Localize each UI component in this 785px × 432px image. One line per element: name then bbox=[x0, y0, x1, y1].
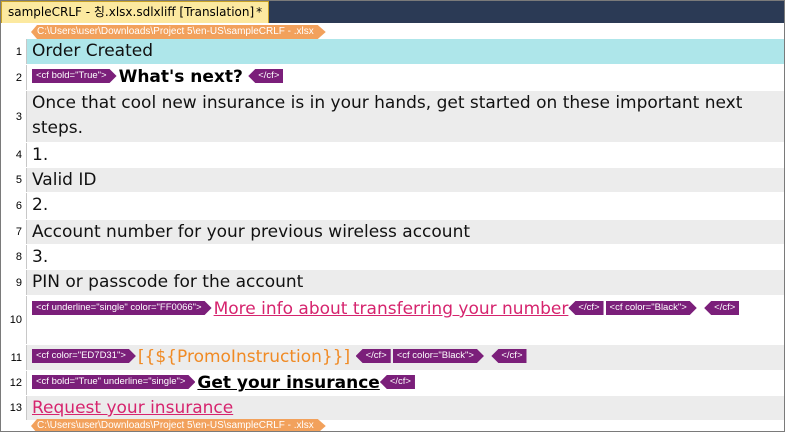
segment-text[interactable]: PIN or passcode for the account bbox=[27, 270, 784, 295]
open-tag[interactable]: <cf color="Black"> bbox=[393, 349, 484, 363]
close-tag[interactable]: </cf> bbox=[491, 349, 527, 363]
segment-text-content: What's next? bbox=[118, 67, 243, 87]
close-tag[interactable]: </cf> bbox=[355, 349, 391, 363]
open-tag[interactable]: <cf color="ED7D31"> bbox=[32, 349, 136, 363]
segment-number: 6 bbox=[1, 193, 27, 219]
open-tag[interactable]: <cf bold="True" underline="single"> bbox=[32, 375, 195, 389]
segment-text[interactable]: 3. bbox=[27, 245, 784, 269]
document-tab-title: sampleCRLF - 칭.xlsx.sdlxliff [Translatio… bbox=[8, 5, 255, 19]
segment-text[interactable]: Request your insurance bbox=[27, 396, 784, 420]
segment-text-content: More info about transferring your number bbox=[213, 299, 569, 319]
segment-number: 3 bbox=[1, 91, 27, 142]
segment-text[interactable]: Account number for your previous wireles… bbox=[27, 220, 784, 244]
segment-text-content: Once that cool new insurance is in your … bbox=[32, 93, 743, 138]
segment-text-content: Account number for your previous wireles… bbox=[32, 222, 471, 242]
segment-row[interactable]: 10 <cf underline="single" color="FF0066"… bbox=[1, 296, 784, 345]
segment-row[interactable]: 4 1. bbox=[1, 143, 784, 168]
segment-text-content: 3. bbox=[32, 247, 49, 267]
close-tag[interactable]: </cf> bbox=[704, 301, 740, 315]
open-tag[interactable]: <cf underline="single" color="FF0066"> bbox=[32, 301, 212, 315]
segment-number: 8 bbox=[1, 245, 27, 269]
segment-text[interactable]: <cf bold="True" underline="single"> Get y… bbox=[27, 371, 784, 395]
segment-text[interactable]: 2. bbox=[27, 193, 784, 219]
segment-text[interactable]: Once that cool new insurance is in your … bbox=[27, 91, 784, 142]
segment-number: 9 bbox=[1, 270, 27, 295]
segment-number: 2 bbox=[1, 65, 27, 90]
segment-text[interactable]: <cf color="ED7D31"> [{${PromoInstruction}… bbox=[27, 345, 784, 370]
segment-number: 11 bbox=[1, 345, 27, 370]
document-tab[interactable]: sampleCRLF - 칭.xlsx.sdlxliff [Translatio… bbox=[1, 1, 270, 23]
segment-text-content: Get your insurance bbox=[197, 373, 380, 393]
segment-row[interactable]: 3 Once that cool new insurance is in you… bbox=[1, 91, 784, 143]
close-tag[interactable]: </cf> bbox=[248, 69, 284, 83]
file-start-tag: C:\Users\user\Downloads\Project 5\en-US\… bbox=[31, 25, 326, 39]
modified-marker: * bbox=[256, 5, 263, 19]
segment-row[interactable]: 2 <cf bold="True"> What's next? </cf> bbox=[1, 65, 784, 91]
document-tab-strip: sampleCRLF - 칭.xlsx.sdlxliff [Translatio… bbox=[1, 1, 784, 23]
segment-number: 5 bbox=[1, 168, 27, 192]
segment-text[interactable]: 1. bbox=[27, 143, 784, 167]
segment-text[interactable]: Order Created bbox=[27, 39, 784, 64]
segment-row[interactable]: 6 2. bbox=[1, 193, 784, 220]
editor-window: sampleCRLF - 칭.xlsx.sdlxliff [Translatio… bbox=[0, 0, 785, 432]
segment-row[interactable]: 5 Valid ID bbox=[1, 168, 784, 193]
open-tag[interactable]: <cf color="Black"> bbox=[606, 301, 697, 315]
segment-text-content: [{${PromoInstruction}}] bbox=[137, 347, 351, 367]
segment-text-content: PIN or passcode for the account bbox=[32, 272, 304, 292]
segment-text-content: 1. bbox=[32, 145, 49, 165]
segment-row[interactable]: 12 <cf bold="True" underline="single"> Ge… bbox=[1, 371, 784, 396]
segment-text-content: Request your insurance bbox=[32, 398, 234, 418]
segment-text[interactable]: <cf bold="True"> What's next? </cf> bbox=[27, 65, 784, 90]
segment-row[interactable]: 9 PIN or passcode for the account bbox=[1, 270, 784, 296]
segment-row[interactable]: 1 Order Created bbox=[1, 39, 784, 65]
segment-number: 10 bbox=[1, 296, 27, 344]
segment-row[interactable]: 13 Request your insurance bbox=[1, 396, 784, 421]
segment-text-content: Valid ID bbox=[32, 170, 97, 190]
segment-row[interactable]: 8 3. bbox=[1, 245, 784, 270]
open-tag[interactable]: <cf bold="True"> bbox=[32, 69, 117, 83]
file-end-tag: C:\Users\user\Downloads\Project 5\en-US\… bbox=[31, 419, 326, 432]
segment-number: 1 bbox=[1, 39, 27, 64]
segment-number: 7 bbox=[1, 220, 27, 244]
segment-text[interactable]: <cf underline="single" color="FF0066"> Mo… bbox=[27, 296, 784, 344]
segment-number: 4 bbox=[1, 143, 27, 167]
segment-text-content: Order Created bbox=[32, 41, 153, 61]
segment-row[interactable]: 7 Account number for your previous wirel… bbox=[1, 220, 784, 245]
segment-text[interactable]: Valid ID bbox=[27, 168, 784, 192]
segment-number: 12 bbox=[1, 371, 27, 395]
segment-row[interactable]: 11 <cf color="ED7D31"> [{${PromoInstructi… bbox=[1, 345, 784, 371]
segment-list: 1 Order Created 2 <cf bold="True"> What's… bbox=[1, 39, 784, 421]
segment-text-content: 2. bbox=[32, 195, 49, 215]
segment-number: 13 bbox=[1, 396, 27, 420]
close-tag[interactable]: </cf> bbox=[568, 301, 604, 315]
close-tag[interactable]: </cf> bbox=[379, 375, 415, 389]
